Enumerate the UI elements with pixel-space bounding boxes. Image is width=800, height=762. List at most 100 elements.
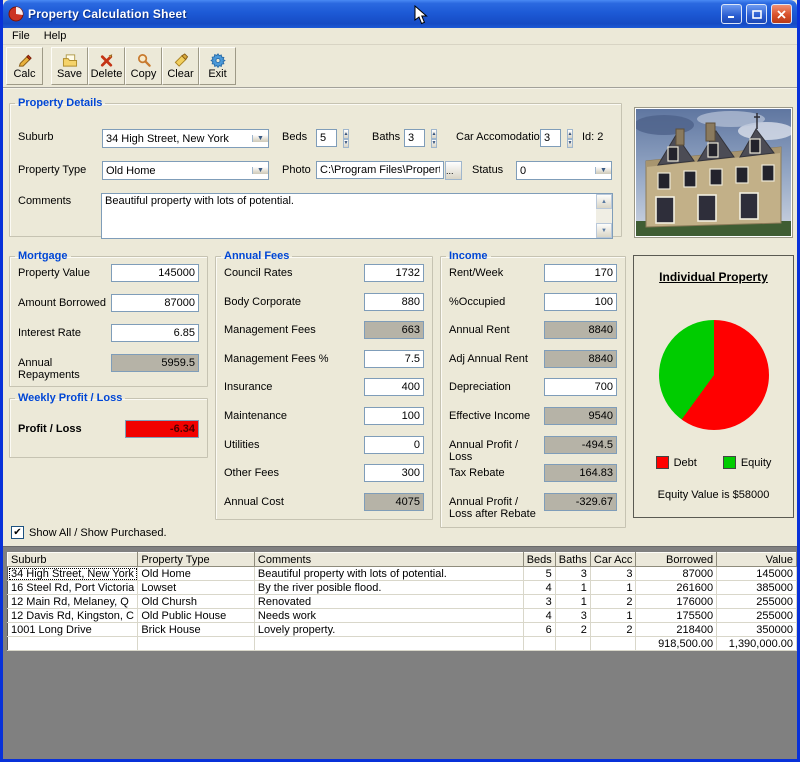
status-combobox[interactable]: 0 ▼	[516, 161, 612, 180]
beds-field[interactable]	[316, 129, 337, 147]
cell-car-acc[interactable]: 2	[590, 623, 636, 637]
cell-value[interactable]: 385000	[717, 581, 797, 595]
photo-path-field[interactable]	[316, 161, 444, 179]
cell-comments[interactable]: By the river posible flood.	[254, 581, 523, 595]
property-type-combobox[interactable]: Old Home ▼	[102, 161, 269, 180]
cell-borrowed[interactable]: 261600	[636, 581, 717, 595]
other-fees-field[interactable]	[364, 464, 424, 482]
suburb-dropdown-icon[interactable]: ▼	[252, 135, 268, 142]
show-all-checkbox-row[interactable]: ✔ Show All / Show Purchased.	[11, 526, 167, 539]
cell-value[interactable]: 145000	[717, 567, 797, 581]
cell-borrowed[interactable]: 175500	[636, 609, 717, 623]
beds-up-icon[interactable]: ▲	[343, 129, 350, 139]
cell-comments[interactable]: Beautiful property with lots of potentia…	[254, 567, 523, 581]
beds-down-icon[interactable]: ▼	[343, 139, 350, 149]
cell-car-acc[interactable]: 1	[590, 609, 636, 623]
cell-value[interactable]: 255000	[717, 609, 797, 623]
cell-suburb[interactable]: 12 Davis Rd, Kingston, C	[8, 609, 138, 623]
table-row[interactable]: 16 Steel Rd, Port VictoriaLowsetBy the r…	[8, 581, 797, 595]
cell-comments[interactable]: Renovated	[254, 595, 523, 609]
utilities-field[interactable]	[364, 436, 424, 454]
table-row[interactable]: 12 Main Rd, Melaney, QOld ChurshRenovate…	[8, 595, 797, 609]
cell-baths[interactable]: 3	[555, 567, 590, 581]
cell-suburb[interactable]: 34 High Street, New York	[8, 567, 138, 581]
menu-help[interactable]: Help	[37, 29, 74, 43]
cell-car-acc[interactable]: 3	[590, 567, 636, 581]
maximize-button[interactable]	[746, 4, 767, 24]
column-header-beds[interactable]: Beds	[523, 553, 555, 567]
cell-beds[interactable]: 3	[523, 595, 555, 609]
cell-beds[interactable]: 6	[523, 623, 555, 637]
property-value-field[interactable]	[111, 264, 199, 282]
cell-comments[interactable]: Needs work	[254, 609, 523, 623]
column-header-value[interactable]: Value	[717, 553, 797, 567]
maintenance-field[interactable]	[364, 407, 424, 425]
menu-file[interactable]: File	[5, 29, 37, 43]
interest-rate-field[interactable]	[111, 324, 199, 342]
cell-baths[interactable]: 1	[555, 581, 590, 595]
cell-property-type[interactable]: Old Public House	[138, 609, 255, 623]
property-type-dropdown-icon[interactable]: ▼	[252, 167, 268, 174]
column-header-car-acc[interactable]: Car Acc	[590, 553, 636, 567]
depreciation-field[interactable]	[544, 378, 617, 396]
cell-property-type[interactable]: Lowset	[138, 581, 255, 595]
cell-property-type[interactable]: Brick House	[138, 623, 255, 637]
cell-value[interactable]: 350000	[717, 623, 797, 637]
title-bar[interactable]: Property Calculation Sheet	[3, 0, 797, 28]
cell-baths[interactable]: 2	[555, 623, 590, 637]
column-header-baths[interactable]: Baths	[555, 553, 590, 567]
clear-button[interactable]: Clear	[162, 47, 199, 85]
suburb-combobox[interactable]: 34 High Street, New York ▼	[102, 129, 269, 148]
management-fees-field[interactable]	[364, 350, 424, 368]
car-up-icon[interactable]: ▲	[567, 129, 574, 139]
body-corporate-field[interactable]	[364, 293, 424, 311]
cell-car-acc[interactable]: 2	[590, 595, 636, 609]
table-row[interactable]: 34 High Street, New YorkOld HomeBeautifu…	[8, 567, 797, 581]
delete-button[interactable]: Delete	[88, 47, 125, 85]
column-header-comments[interactable]: Comments	[254, 553, 523, 567]
cell-borrowed[interactable]: 176000	[636, 595, 717, 609]
minimize-button[interactable]	[721, 4, 742, 24]
column-header-borrowed[interactable]: Borrowed	[636, 553, 717, 567]
occupied-field[interactable]	[544, 293, 617, 311]
column-header-property-type[interactable]: Property Type	[138, 553, 255, 567]
amount-borrowed-field[interactable]	[111, 294, 199, 312]
scroll-down-icon[interactable]: ▼	[596, 223, 612, 238]
column-header-suburb[interactable]: Suburb	[8, 553, 138, 567]
baths-up-icon[interactable]: ▲	[431, 129, 438, 139]
car-down-icon[interactable]: ▼	[567, 139, 574, 149]
cell-borrowed[interactable]: 218400	[636, 623, 717, 637]
cell-baths[interactable]: 3	[555, 609, 590, 623]
table-row[interactable]: 12 Davis Rd, Kingston, COld Public House…	[8, 609, 797, 623]
beds-stepper[interactable]: ▲▼	[339, 129, 353, 148]
close-button[interactable]	[771, 4, 792, 24]
table-row[interactable]: 1001 Long DriveBrick HouseLovely propert…	[8, 623, 797, 637]
cell-property-type[interactable]: Old Home	[138, 567, 255, 581]
car-stepper[interactable]: ▲▼	[563, 129, 577, 148]
cell-property-type[interactable]: Old Chursh	[138, 595, 255, 609]
copy-button[interactable]: Copy	[125, 47, 162, 85]
cell-borrowed[interactable]: 87000	[636, 567, 717, 581]
cell-baths[interactable]: 1	[555, 595, 590, 609]
council-rates-field[interactable]	[364, 264, 424, 282]
cell-car-acc[interactable]: 1	[590, 581, 636, 595]
status-dropdown-icon[interactable]: ▼	[595, 167, 611, 174]
rent-week-field[interactable]	[544, 264, 617, 282]
cell-beds[interactable]: 5	[523, 567, 555, 581]
exit-button[interactable]: Exit	[199, 47, 236, 85]
cell-suburb[interactable]: 12 Main Rd, Melaney, Q	[8, 595, 138, 609]
baths-down-icon[interactable]: ▼	[431, 139, 438, 149]
car-accomodation-field[interactable]	[540, 129, 561, 147]
save-button[interactable]: Save	[51, 47, 88, 85]
show-all-checkbox[interactable]: ✔	[11, 526, 24, 539]
baths-stepper[interactable]: ▲▼	[427, 129, 441, 148]
cell-suburb[interactable]: 16 Steel Rd, Port Victoria	[8, 581, 138, 595]
baths-field[interactable]	[404, 129, 425, 147]
scroll-up-icon[interactable]: ▲	[596, 194, 612, 209]
cell-beds[interactable]: 4	[523, 581, 555, 595]
comments-textarea[interactable]: Beautiful property with lots of potentia…	[102, 194, 596, 238]
cell-beds[interactable]: 4	[523, 609, 555, 623]
calc-button[interactable]: Calc	[6, 47, 43, 85]
cell-suburb[interactable]: 1001 Long Drive	[8, 623, 138, 637]
cell-comments[interactable]: Lovely property.	[254, 623, 523, 637]
